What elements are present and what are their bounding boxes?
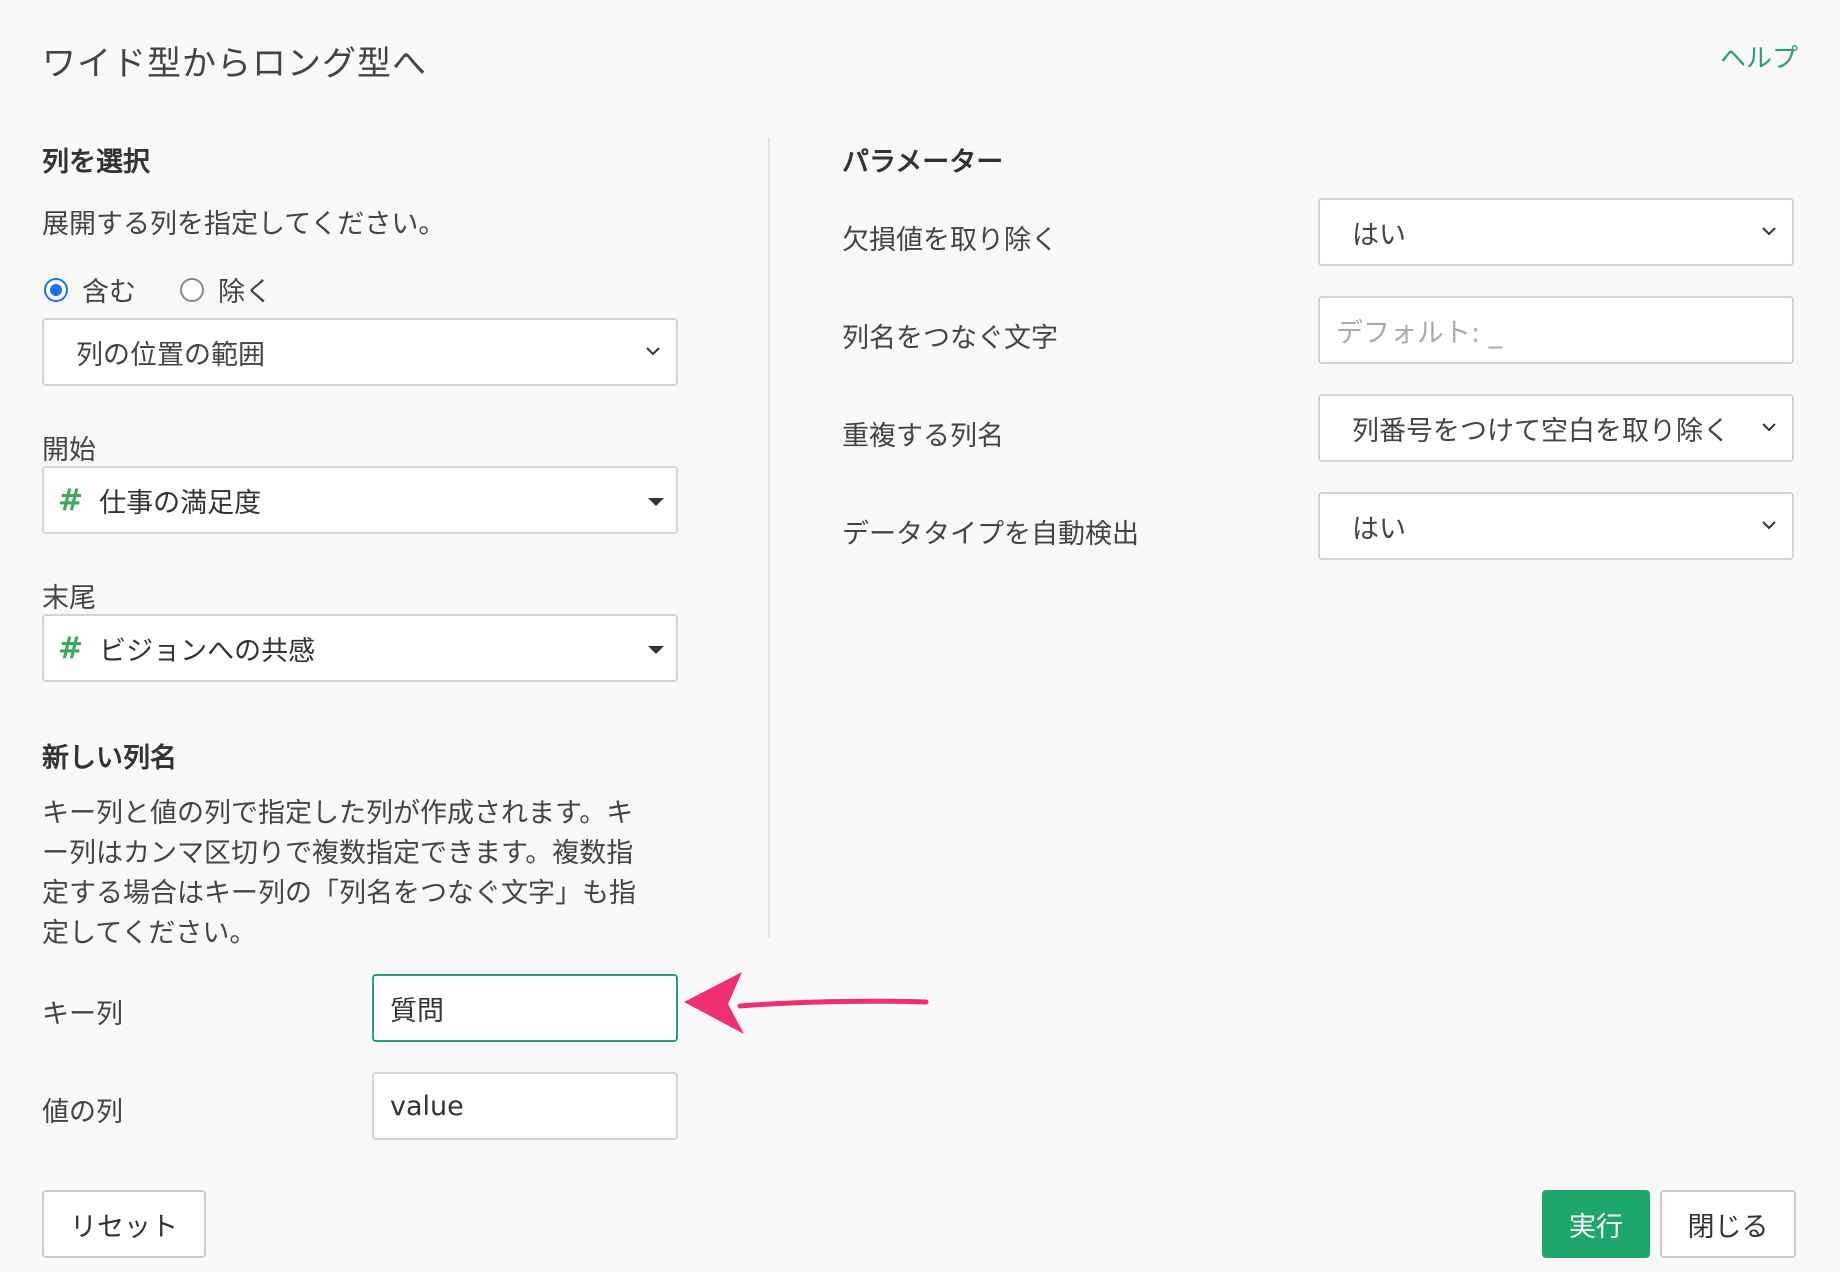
end-column-select[interactable]: # ビジョンへの共感 (42, 614, 678, 682)
separator-label: 列名をつなぐ文字 (842, 323, 1058, 354)
range-type-select[interactable]: 列の位置の範囲 (42, 318, 678, 386)
chevron-down-icon (1762, 521, 1776, 530)
hash-icon: # (58, 482, 84, 518)
start-column-select[interactable]: # 仕事の満足度 (42, 466, 678, 534)
key-column-value: 質問 (390, 995, 444, 1027)
select-columns-heading: 列を選択 (42, 147, 150, 178)
range-type-value: 列の位置の範囲 (76, 339, 265, 371)
reset-button[interactable]: リセット (42, 1190, 206, 1258)
include-exclude-group: 含む 除く (44, 270, 272, 309)
description-line: ー列はカンマ区切りで複数指定できます。複数指 (42, 838, 634, 869)
remove-na-select[interactable]: はい (1318, 198, 1794, 266)
caret-down-icon (648, 646, 664, 654)
key-column-label: キー列 (42, 999, 123, 1030)
caret-down-icon (648, 498, 664, 506)
remove-na-label: 欠損値を取り除く (842, 225, 1058, 256)
detect-type-select[interactable]: はい (1318, 492, 1794, 560)
end-column-value: ビジョンへの共感 (99, 635, 316, 667)
column-divider (768, 138, 770, 938)
chevron-down-icon (646, 347, 660, 356)
detect-type-label: データタイプを自動検出 (842, 519, 1139, 550)
close-button[interactable]: 閉じる (1660, 1190, 1796, 1258)
chevron-down-icon (1762, 227, 1776, 236)
value-column-label: 値の列 (42, 1097, 123, 1128)
select-columns-description: 展開する列を指定してください。 (42, 209, 446, 240)
separator-placeholder: デフォルト: _ (1336, 317, 1503, 349)
dialog-title: ワイド型からロング型へ (42, 44, 427, 84)
description-line: キー列と値の列で指定した列が作成されます。キ (42, 798, 634, 829)
chevron-down-icon (1762, 423, 1776, 432)
annotation-arrow (684, 972, 929, 1034)
duplicate-name-label: 重複する列名 (842, 421, 1004, 452)
include-label: 含む (82, 277, 136, 308)
description-line: 定してください。 (42, 918, 257, 949)
include-radio[interactable] (44, 277, 68, 302)
start-label: 開始 (42, 435, 96, 466)
description-line: 定する場合はキー列の「列名をつなぐ文字」も指 (42, 878, 636, 909)
end-label: 末尾 (42, 583, 96, 614)
new-columns-description: キー列と値の列で指定した列が作成されます。キ ー列はカンマ区切りで複数指定できま… (42, 794, 636, 954)
remove-na-value: はい (1352, 219, 1406, 251)
start-column-value: 仕事の満足度 (99, 487, 262, 519)
duplicate-name-select[interactable]: 列番号をつけて空白を取り除く (1318, 394, 1794, 462)
parameters-heading: パラメーター (842, 147, 1004, 178)
help-link[interactable]: ヘルプ (1720, 38, 1798, 75)
detect-type-value: はい (1352, 513, 1406, 545)
value-column-value: value (390, 1090, 464, 1122)
duplicate-name-value: 列番号をつけて空白を取り除く (1352, 415, 1730, 447)
key-column-input[interactable]: 質問 (372, 974, 678, 1042)
new-columns-heading: 新しい列名 (42, 743, 177, 774)
exclude-label: 除く (218, 277, 272, 308)
hash-icon: # (58, 630, 84, 666)
value-column-input[interactable]: value (372, 1072, 678, 1140)
run-button[interactable]: 実行 (1542, 1190, 1650, 1258)
exclude-radio[interactable] (180, 277, 204, 302)
separator-input[interactable]: デフォルト: _ (1318, 296, 1794, 364)
